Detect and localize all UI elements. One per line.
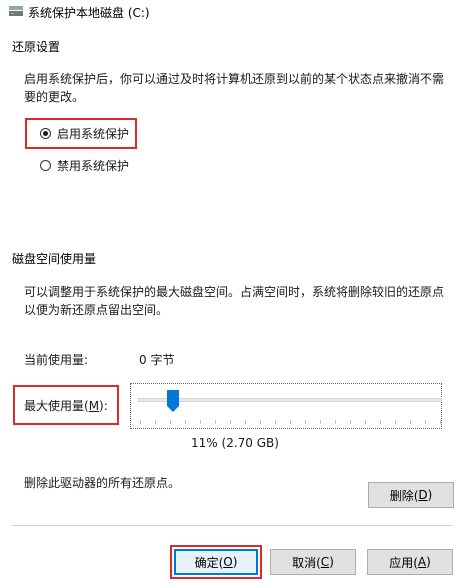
- radio-unselected-indicator: [40, 160, 51, 171]
- slider-tick: [380, 420, 381, 424]
- enable-protection-label: 启用系统保护: [57, 127, 130, 141]
- slider-tick: [200, 420, 201, 424]
- slider-tick: [290, 420, 291, 424]
- max-usage-slider-track[interactable]: [138, 398, 442, 402]
- slider-tick: [155, 420, 156, 424]
- title-bar[interactable]: 系统保护本地磁盘 (C:): [0, 0, 470, 24]
- radio-selected-indicator: [40, 128, 51, 139]
- max-usage-slider-thumb[interactable]: [167, 390, 179, 412]
- disable-protection-label: 禁用系统保护: [57, 159, 130, 173]
- current-usage-value: 0 字节: [139, 353, 175, 367]
- disable-protection-radio[interactable]: 禁用系统保护: [40, 157, 129, 174]
- drive-icon: [8, 4, 24, 18]
- slider-tick: [305, 420, 306, 424]
- slider-tick: [215, 420, 216, 424]
- disk-usage-heading: 磁盘空间使用量: [12, 252, 97, 266]
- slider-tick: [365, 420, 366, 424]
- slider-tick: [410, 420, 411, 424]
- ok-button[interactable]: 确定(O): [174, 549, 258, 575]
- slider-tick: [170, 420, 171, 424]
- disk-usage-description: 可以调整用于系统保护的最大磁盘空间。占满空间时，系统将删除较旧的还原点以便为新还…: [24, 285, 445, 317]
- slider-tick: [245, 420, 246, 424]
- slider-tick: [275, 420, 276, 424]
- slider-tick: [440, 420, 441, 424]
- delete-button[interactable]: 删除(D): [368, 482, 454, 508]
- current-usage-label: 当前使用量:: [24, 353, 89, 367]
- slider-tick: [140, 420, 141, 424]
- restore-settings-description: 启用系统保护后，你可以通过及时将计算机还原到以前的某个状态点来撤消不需要的更改。: [24, 72, 445, 104]
- apply-button[interactable]: 应用(A): [367, 549, 453, 575]
- enable-protection-radio[interactable]: 启用系统保护: [40, 125, 129, 142]
- separator: [12, 525, 453, 526]
- slider-tick: [335, 420, 336, 424]
- slider-tick: [230, 420, 231, 424]
- slider-value-text: 11% (2.70 GB): [191, 436, 279, 450]
- slider-tick: [185, 420, 186, 424]
- slider-tick: [425, 420, 426, 424]
- max-usage-label: 最大使用量(M):: [24, 399, 108, 413]
- delete-restore-points-text: 删除此驱动器的所有还原点。: [24, 476, 181, 490]
- restore-settings-heading: 还原设置: [12, 40, 61, 54]
- slider-tick: [320, 420, 321, 424]
- window-title: 系统保护本地磁盘 (C:): [28, 6, 150, 20]
- cancel-button[interactable]: 取消(C): [270, 549, 356, 575]
- slider-tick: [350, 420, 351, 424]
- slider-tick: [260, 420, 261, 424]
- slider-tick: [395, 420, 396, 424]
